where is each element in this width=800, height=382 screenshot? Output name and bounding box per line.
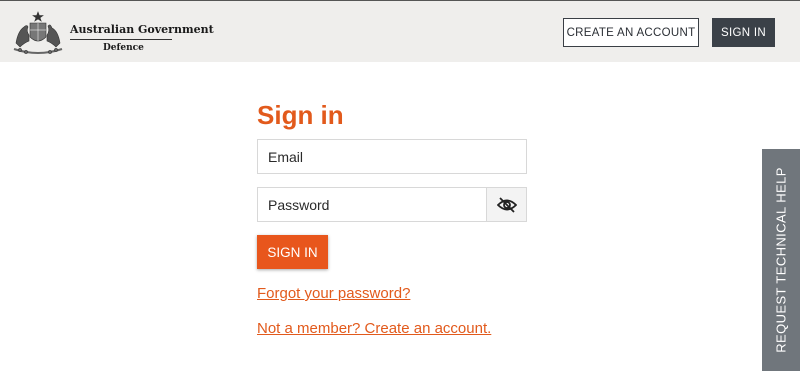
request-technical-help-tab[interactable]: REQUEST TECHNICAL HELP <box>762 149 800 371</box>
email-input[interactable] <box>258 140 526 173</box>
australian-government-defence-logo[interactable]: Australian Government Defence <box>8 9 214 55</box>
page-title: Sign in <box>257 100 344 130</box>
create-account-link[interactable]: Not a member? Create an account. <box>257 320 491 337</box>
logo-divider <box>70 39 172 40</box>
request-technical-help-label: REQUEST TECHNICAL HELP <box>773 167 789 353</box>
site-header: Australian Government Defence CREATE AN … <box>0 0 800 62</box>
page: Australian Government Defence CREATE AN … <box>0 0 800 382</box>
toggle-password-visibility-button[interactable] <box>486 188 526 221</box>
password-field <box>257 187 527 222</box>
sign-in-submit-button[interactable]: SIGN IN <box>257 235 328 269</box>
coat-of-arms-icon <box>13 11 63 54</box>
header-sign-in-button[interactable]: SIGN IN <box>712 18 775 47</box>
forgot-password-link[interactable]: Forgot your password? <box>257 285 410 302</box>
eye-slash-icon <box>496 196 517 213</box>
password-input[interactable] <box>258 188 488 221</box>
email-field <box>257 139 527 174</box>
logo-government-text: Australian Government <box>70 23 214 36</box>
logo-department-text: Defence <box>103 43 144 53</box>
create-account-button[interactable]: CREATE AN ACCOUNT <box>563 18 699 47</box>
